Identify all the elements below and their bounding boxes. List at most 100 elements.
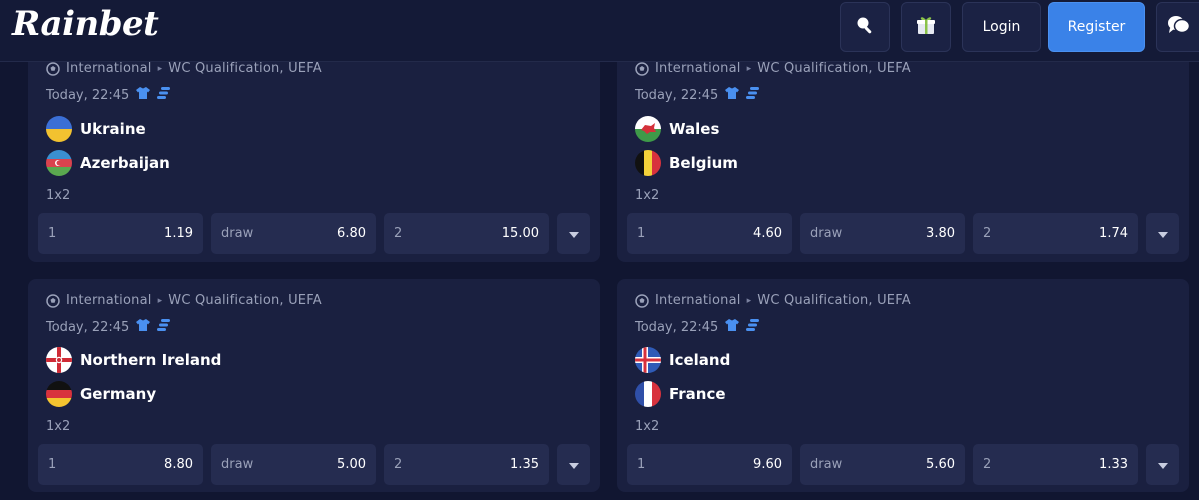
odds-label: 1: [48, 226, 57, 241]
match-time-row: Today, 22:45: [635, 318, 760, 336]
odds-button-draw[interactable]: draw 5.00: [211, 444, 376, 485]
login-button[interactable]: Login: [962, 2, 1041, 52]
more-markets-button[interactable]: [557, 213, 590, 254]
chevron-down-icon: [568, 224, 579, 243]
soccer-ball-icon: [635, 61, 649, 76]
match-time: Today, 22:45: [635, 319, 719, 335]
odds-value: 1.19: [164, 226, 193, 241]
league-category: International: [655, 293, 741, 308]
match-card[interactable]: International ▸ WC Qualification, UEFA Toda…: [617, 30, 1189, 262]
team-away-name: France: [669, 385, 726, 403]
chevron-right-icon: ▸: [157, 63, 163, 74]
odds-button-home[interactable]: 1 9.60: [627, 444, 792, 485]
france-flag-icon: [635, 381, 661, 407]
league-breadcrumb[interactable]: International ▸ WC Qualification, UEFA: [635, 293, 911, 308]
jersey-icon: [135, 318, 151, 336]
northern-ireland-flag-icon: [46, 347, 72, 373]
league-breadcrumb[interactable]: International ▸ WC Qualification, UEFA: [635, 61, 911, 76]
stats-icon: [746, 86, 760, 104]
chevron-down-icon: [568, 455, 579, 474]
rainbet-logo[interactable]: Rainbet: [12, 4, 159, 44]
match-time-row: Today, 22:45: [635, 86, 760, 104]
odds-label: 2: [983, 226, 992, 241]
league-category: International: [66, 61, 152, 76]
odds-button-home[interactable]: 1 8.80: [38, 444, 203, 485]
league-category: International: [66, 293, 152, 308]
match-card[interactable]: International ▸ WC Qualification, UEFA Toda…: [617, 279, 1189, 492]
odds-button-draw[interactable]: draw 6.80: [211, 213, 376, 254]
odds-value: 1.35: [510, 457, 539, 472]
chevron-right-icon: ▸: [746, 295, 752, 306]
odds-label: draw: [810, 457, 843, 472]
market-label: 1x2: [46, 188, 71, 203]
jersey-icon: [724, 318, 740, 336]
team-away-name: Azerbaijan: [80, 154, 170, 172]
more-markets-button[interactable]: [1146, 444, 1179, 485]
gift-button[interactable]: [901, 2, 951, 52]
team-away-name: Belgium: [669, 154, 738, 172]
jersey-icon: [135, 86, 151, 104]
odds-row: 1 8.80 draw 5.00 2 1.35: [38, 444, 590, 485]
match-time-row: Today, 22:45: [46, 318, 171, 336]
match-card[interactable]: International ▸ WC Qualification, UEFA Toda…: [28, 279, 600, 492]
odds-value: 6.80: [337, 226, 366, 241]
market-label: 1x2: [635, 419, 660, 434]
odds-button-home[interactable]: 1 1.19: [38, 213, 203, 254]
search-button[interactable]: [840, 2, 890, 52]
odds-row: 1 9.60 draw 5.60 2 1.33: [627, 444, 1179, 485]
team-home: Iceland: [635, 347, 730, 373]
team-home-name: Ukraine: [80, 120, 146, 138]
odds-button-away[interactable]: 2 1.74: [973, 213, 1138, 254]
odds-label: 1: [637, 226, 646, 241]
odds-button-away[interactable]: 2 1.33: [973, 444, 1138, 485]
odds-label: 1: [637, 457, 646, 472]
match-card[interactable]: International ▸ WC Qualification, UEFA Toda…: [28, 30, 600, 262]
jersey-icon: [724, 86, 740, 104]
odds-row: 1 1.19 draw 6.80 2 15.00: [38, 213, 590, 254]
team-home-name: Iceland: [669, 351, 731, 369]
odds-value: 3.80: [926, 226, 955, 241]
league-breadcrumb[interactable]: International ▸ WC Qualification, UEFA: [46, 293, 322, 308]
odds-button-away[interactable]: 2 15.00: [384, 213, 549, 254]
odds-value: 1.33: [1099, 457, 1128, 472]
chat-button[interactable]: [1156, 2, 1199, 52]
league-name: WC Qualification, UEFA: [757, 293, 911, 308]
league-name: WC Qualification, UEFA: [168, 61, 322, 76]
top-header: Rainbet Login Register: [0, 0, 1199, 62]
odds-label: 2: [394, 457, 403, 472]
odds-label: draw: [810, 226, 843, 241]
odds-label: draw: [221, 226, 254, 241]
stats-icon: [746, 318, 760, 336]
odds-row: 1 4.60 draw 3.80 2 1.74: [627, 213, 1179, 254]
team-home: Wales: [635, 116, 719, 142]
soccer-ball-icon: [46, 293, 60, 308]
belgium-flag-icon: [635, 150, 661, 176]
gift-icon: [915, 14, 937, 40]
odds-label: 2: [983, 457, 992, 472]
iceland-flag-icon: [635, 347, 661, 373]
team-away: Germany: [46, 381, 156, 407]
match-time-row: Today, 22:45: [46, 86, 171, 104]
more-markets-button[interactable]: [557, 444, 590, 485]
odds-value: 4.60: [753, 226, 782, 241]
league-breadcrumb[interactable]: International ▸ WC Qualification, UEFA: [46, 61, 322, 76]
stats-icon: [157, 318, 171, 336]
odds-button-home[interactable]: 1 4.60: [627, 213, 792, 254]
odds-button-draw[interactable]: draw 5.60: [800, 444, 965, 485]
chat-icon: [1167, 14, 1191, 40]
match-time: Today, 22:45: [46, 87, 130, 103]
azerbaijan-flag-icon: [46, 150, 72, 176]
chevron-down-icon: [1157, 455, 1168, 474]
soccer-ball-icon: [46, 61, 60, 76]
odds-label: 1: [48, 457, 57, 472]
odds-label: draw: [221, 457, 254, 472]
odds-button-away[interactable]: 2 1.35: [384, 444, 549, 485]
market-label: 1x2: [635, 188, 660, 203]
odds-button-draw[interactable]: draw 3.80: [800, 213, 965, 254]
team-away: France: [635, 381, 726, 407]
team-away: Belgium: [635, 150, 738, 176]
market-label: 1x2: [46, 419, 71, 434]
soccer-ball-icon: [635, 293, 649, 308]
register-button[interactable]: Register: [1048, 2, 1145, 52]
more-markets-button[interactable]: [1146, 213, 1179, 254]
